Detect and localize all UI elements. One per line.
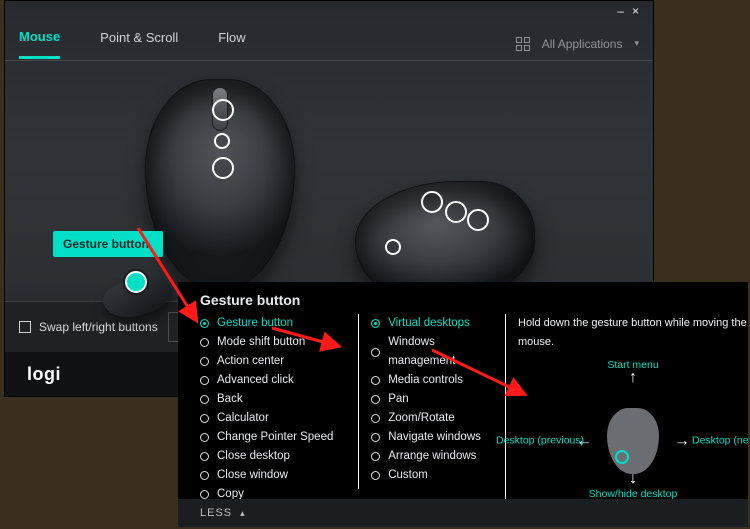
tab-mouse[interactable]: Mouse: [19, 29, 60, 59]
action-option-2[interactable]: Action center: [200, 352, 346, 371]
tab-bar: Mouse Point & Scroll Flow All Applicatio…: [5, 21, 653, 61]
action-option-7[interactable]: Close desktop: [200, 447, 346, 466]
mode-option-1[interactable]: Windows management: [371, 333, 493, 371]
arrow-right-icon: →: [674, 432, 690, 451]
action-list: Gesture buttonMode shift buttonAction ce…: [200, 314, 346, 499]
close-button[interactable]: ×: [632, 4, 639, 18]
hotspot-side-2[interactable]: [445, 201, 467, 223]
action-option-6[interactable]: Change Pointer Speed: [200, 428, 346, 447]
hotspot-top-button[interactable]: [214, 133, 230, 149]
hotspot-gesture-button[interactable]: [125, 271, 147, 293]
gesture-panel: Gesture button Gesture buttonMode shift …: [178, 282, 748, 527]
mode-option-label: Arrange windows: [388, 447, 476, 466]
mode-option-0[interactable]: Virtual desktops: [371, 314, 493, 333]
action-option-label: Close window: [217, 466, 288, 485]
mode-option-4[interactable]: Zoom/Rotate: [371, 409, 493, 428]
mode-option-label: Navigate windows: [388, 428, 481, 447]
radio-icon: [371, 376, 380, 385]
radio-icon: [371, 414, 380, 423]
action-option-label: Close desktop: [217, 447, 290, 466]
mode-option-6[interactable]: Arrange windows: [371, 447, 493, 466]
mouse-top-view: [145, 79, 295, 289]
radio-icon: [200, 433, 209, 442]
gesture-mode-list: Virtual desktopsWindows managementMedia …: [358, 314, 493, 489]
mode-option-3[interactable]: Pan: [371, 390, 493, 409]
less-label: LESS: [200, 507, 232, 519]
mode-option-7[interactable]: Custom: [371, 466, 493, 485]
action-option-0[interactable]: Gesture button: [200, 314, 346, 333]
gesture-panel-title: Gesture button: [178, 282, 748, 314]
gesture-callout: Gesture button: [53, 231, 163, 257]
radio-icon: [371, 348, 380, 357]
action-option-1[interactable]: Mode shift button: [200, 333, 346, 352]
action-option-3[interactable]: Advanced click: [200, 371, 346, 390]
radio-icon: [200, 414, 209, 423]
radio-icon: [200, 490, 209, 499]
action-option-5[interactable]: Calculator: [200, 409, 346, 428]
scope-dropdown[interactable]: All Applications: [542, 37, 623, 51]
action-option-label: Copy: [217, 485, 244, 499]
hotspot-side-4[interactable]: [385, 239, 401, 255]
dir-left-label[interactable]: Desktop (previous): [496, 432, 572, 451]
action-option-label: Mode shift button: [217, 333, 305, 352]
radio-icon: [200, 452, 209, 461]
hotspot-side-3[interactable]: [467, 209, 489, 231]
action-option-label: Calculator: [217, 409, 269, 428]
radio-icon: [371, 452, 380, 461]
mode-option-label: Media controls: [388, 371, 463, 390]
swap-buttons-label: Swap left/right buttons: [39, 320, 158, 334]
mode-option-label: Pan: [388, 390, 408, 409]
radio-icon: [200, 338, 209, 347]
radio-icon: [200, 376, 209, 385]
action-option-9[interactable]: Copy: [200, 485, 346, 499]
direction-grid: ↑ ↓ ← → Start menu Show/hide desktop Des…: [518, 366, 748, 499]
action-option-4[interactable]: Back: [200, 390, 346, 409]
checkbox-icon: [19, 321, 31, 333]
dir-up-label[interactable]: Start menu: [607, 356, 658, 375]
radio-icon: [371, 433, 380, 442]
action-option-8[interactable]: Close window: [200, 466, 346, 485]
gesture-panel-body: Gesture buttonMode shift buttonAction ce…: [178, 314, 748, 499]
direction-preview: Hold down the gesture button while movin…: [505, 314, 748, 499]
radio-icon: [371, 395, 380, 404]
radio-icon: [371, 471, 380, 480]
mode-option-label: Virtual desktops: [388, 314, 470, 333]
hotspot-side-1[interactable]: [421, 191, 443, 213]
action-option-label: Action center: [217, 352, 284, 371]
radio-icon: [200, 357, 209, 366]
hotspot-wheel[interactable]: [212, 99, 234, 121]
action-option-label: Gesture button: [217, 314, 293, 333]
tab-point-scroll[interactable]: Point & Scroll: [100, 30, 178, 57]
dir-right-label[interactable]: Desktop (next): [692, 432, 748, 451]
mode-option-5[interactable]: Navigate windows: [371, 428, 493, 447]
action-option-label: Advanced click: [217, 371, 294, 390]
radio-icon: [200, 319, 209, 328]
dir-down-label[interactable]: Show/hide desktop: [589, 485, 678, 499]
mode-option-label: Windows management: [388, 333, 493, 371]
action-option-label: Change Pointer Speed: [217, 428, 333, 447]
tab-flow[interactable]: Flow: [218, 30, 245, 57]
less-toggle[interactable]: LESS ▴: [178, 499, 748, 527]
gesture-hint: Hold down the gesture button while movin…: [518, 314, 748, 352]
radio-icon: [200, 395, 209, 404]
chevron-down-icon: ▾: [634, 38, 639, 49]
mouse-stage: Gesture button: [5, 61, 653, 301]
titlebar: – ×: [5, 1, 653, 21]
mouse-mini-icon: [607, 408, 659, 474]
hotspot-dpi-button[interactable]: [212, 157, 234, 179]
app-grid-icon[interactable]: [516, 37, 530, 51]
chevron-up-icon: ▴: [240, 508, 246, 519]
action-option-label: Back: [217, 390, 243, 409]
swap-buttons-checkbox[interactable]: Swap left/right buttons: [19, 320, 158, 334]
mode-option-2[interactable]: Media controls: [371, 371, 493, 390]
mode-option-label: Zoom/Rotate: [388, 409, 454, 428]
radio-icon: [200, 471, 209, 480]
minimize-button[interactable]: –: [617, 4, 624, 18]
radio-icon: [371, 319, 380, 328]
mode-option-label: Custom: [388, 466, 428, 485]
